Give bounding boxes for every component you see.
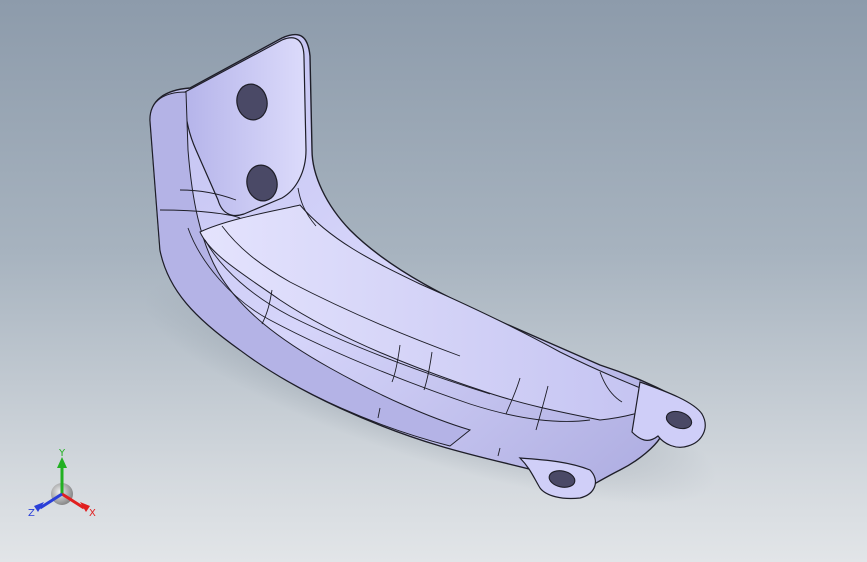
x-axis-label: X	[89, 508, 96, 519]
z-axis-label: Z	[28, 508, 35, 519]
graphics-viewport[interactable]: Y X Z	[0, 0, 867, 562]
y-axis-label: Y	[58, 448, 66, 459]
reference-triad[interactable]: Y X Z	[26, 446, 106, 526]
bracket-part-model[interactable]	[0, 0, 867, 562]
